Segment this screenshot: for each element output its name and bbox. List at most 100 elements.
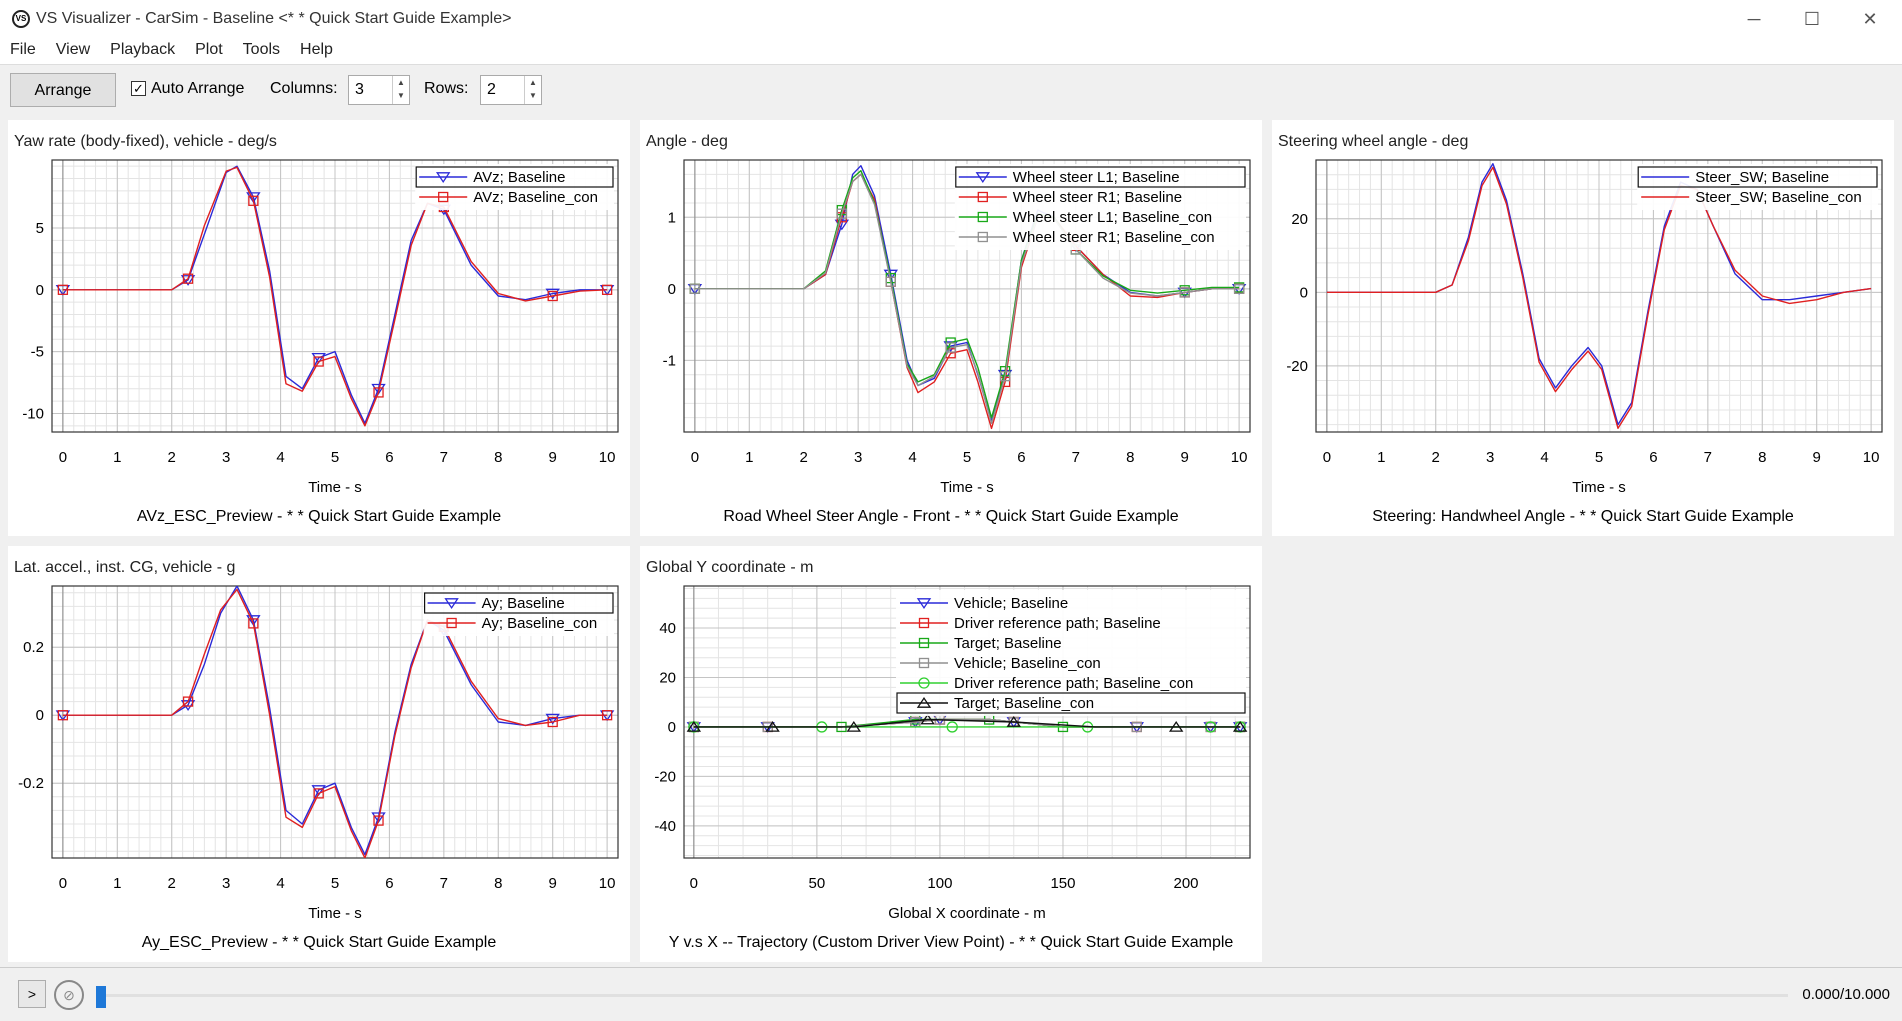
maximize-button[interactable]: ☐ xyxy=(1784,4,1840,34)
x-tick-label: 0 xyxy=(59,449,67,466)
plot-title: Steering wheel angle - deg xyxy=(1278,133,1468,150)
x-tick-label: 5 xyxy=(1595,449,1603,466)
plot-title: Yaw rate (body-fixed), vehicle - deg/s xyxy=(14,133,277,150)
legend-label: Wheel steer L1; Baseline xyxy=(1013,169,1180,186)
x-tick-label: 9 xyxy=(549,875,557,892)
legend-label: AVz; Baseline_con xyxy=(473,189,598,206)
y-tick-label: 0 xyxy=(668,281,676,298)
minimize-button[interactable]: ─ xyxy=(1726,4,1782,34)
y-tick-label: 20 xyxy=(1291,211,1308,228)
plot-caption: Steering: Handwheel Angle - * * Quick St… xyxy=(1372,508,1794,525)
menu-help[interactable]: Help xyxy=(290,38,343,59)
y-tick-label: -0.2 xyxy=(18,775,44,792)
x-tick-label: 100 xyxy=(927,875,952,892)
playback-slider-thumb[interactable] xyxy=(96,986,106,1008)
x-tick-label: 200 xyxy=(1174,875,1199,892)
record-stop-icon[interactable]: ⊘ xyxy=(54,980,84,1010)
x-tick-label: 7 xyxy=(1072,449,1080,466)
x-tick-label: 0 xyxy=(691,449,699,466)
x-tick-label: 6 xyxy=(385,449,393,466)
y-tick-label: -40 xyxy=(654,818,676,835)
plot-yaw-rate: Yaw rate (body-fixed), vehicle - deg/s 0 1… xyxy=(14,133,619,525)
x-tick-label: 10 xyxy=(599,875,616,892)
y-tick-label: -1 xyxy=(663,352,676,369)
x-tick-label: 10 xyxy=(1231,449,1248,466)
x-tick-label: 10 xyxy=(599,449,616,466)
columns-label: Columns: xyxy=(270,80,338,97)
rows-spin-arrows-icon[interactable]: ▲ ▼ xyxy=(524,76,541,104)
plot-title: Lat. accel., inst. CG, vehicle - g xyxy=(14,559,235,576)
legend-label: Wheel steer L1; Baseline_con xyxy=(1013,209,1212,226)
menu-file[interactable]: File xyxy=(0,38,46,59)
legend-label: Vehicle; Baseline xyxy=(954,595,1068,612)
rows-label: Rows: xyxy=(424,80,469,97)
time-readout: 0.000/10.000 xyxy=(1802,986,1890,1003)
playback-bar: > ⊘ 0.000/10.000 xyxy=(0,967,1902,1021)
y-tick-label: 0 xyxy=(36,282,44,299)
x-tick-label: 3 xyxy=(1486,449,1494,466)
x-tick-label: 6 xyxy=(1649,449,1657,466)
menu-tools[interactable]: Tools xyxy=(233,38,290,59)
plot-legend: Ay; Baseline Ay; Baseline_con xyxy=(423,590,614,636)
x-tick-label: 2 xyxy=(168,449,176,466)
plot-panel-trajectory[interactable]: Global Y coordinate - m 0 50 100 150 200 40 20 0… xyxy=(640,546,1262,962)
plot-legend: AVz; Baseline AVz; Baseline_con xyxy=(415,164,614,210)
x-tick-label: 0 xyxy=(690,875,698,892)
x-tick-label: 1 xyxy=(113,449,121,466)
y-tick-label: -10 xyxy=(22,405,44,422)
plot-legend: Wheel steer L1; Baseline Wheel steer R1; … xyxy=(954,164,1246,250)
plot-panel-steering-wheel[interactable]: Steering wheel angle - deg 0 1 2 3 4 5 6 7 8 9 10 20… xyxy=(1272,120,1894,536)
plot-lat-accel: Lat. accel., inst. CG, vehicle - g 0 1 2 3 4 5… xyxy=(14,559,619,951)
legend-label: Wheel steer R1; Baseline xyxy=(1013,189,1182,206)
x-tick-label: 2 xyxy=(168,875,176,892)
arrange-button[interactable]: Arrange xyxy=(10,73,116,107)
y-tick-label: 1 xyxy=(668,209,676,226)
x-tick-label: 2 xyxy=(800,449,808,466)
x-tick-label: 10 xyxy=(1863,449,1880,466)
auto-arrange-label: Auto Arrange xyxy=(151,80,245,97)
y-tick-label: -20 xyxy=(1286,358,1308,375)
x-tick-label: 9 xyxy=(1181,449,1189,466)
x-tick-label: 4 xyxy=(1540,449,1548,466)
playback-track[interactable] xyxy=(96,994,1788,997)
x-tick-label: 3 xyxy=(222,875,230,892)
plot-legend: Steer_SW; Baseline Steer_SW; Baseline_con xyxy=(1637,164,1878,210)
play-button[interactable]: > xyxy=(18,980,46,1008)
x-axis-label: Time - s xyxy=(308,905,362,922)
window-title: VS Visualizer - CarSim - Baseline <* * Q… xyxy=(36,10,512,27)
legend-label: Target; Baseline xyxy=(954,635,1062,652)
y-tick-label: -20 xyxy=(654,768,676,785)
x-tick-label: 2 xyxy=(1432,449,1440,466)
plot-panel-yaw-rate[interactable]: Yaw rate (body-fixed), vehicle - deg/s 0 1… xyxy=(8,120,630,536)
x-tick-label: 5 xyxy=(963,449,971,466)
menu-view[interactable]: View xyxy=(46,38,100,59)
x-tick-label: 9 xyxy=(1813,449,1821,466)
plot-panel-road-wheel-angle[interactable]: Angle - deg 0 1 2 3 4 5 6 7 8 9 10 1 0 -1 Time - s Road … xyxy=(640,120,1262,536)
menu-plot[interactable]: Plot xyxy=(185,38,233,59)
x-axis-label: Time - s xyxy=(308,479,362,496)
rows-spinner[interactable]: 2 ▲ ▼ xyxy=(480,75,542,105)
y-tick-label: 0 xyxy=(36,707,44,724)
x-axis-label: Time - s xyxy=(1572,479,1626,496)
x-axis-label: Global X coordinate - m xyxy=(888,905,1046,922)
x-tick-label: 5 xyxy=(331,875,339,892)
columns-spin-arrows-icon[interactable]: ▲ ▼ xyxy=(392,76,409,104)
y-tick-label: 0 xyxy=(1300,284,1308,301)
legend-label: Target; Baseline_con xyxy=(954,695,1094,712)
x-tick-label: 6 xyxy=(1017,449,1025,466)
x-tick-label: 8 xyxy=(494,875,502,892)
close-button[interactable]: ✕ xyxy=(1842,4,1898,34)
menu-bar: File View Playback Plot Tools Help xyxy=(0,38,1902,65)
menu-playback[interactable]: Playback xyxy=(100,38,185,59)
x-tick-label: 150 xyxy=(1050,875,1075,892)
x-axis-label: Time - s xyxy=(940,479,994,496)
x-tick-label: 7 xyxy=(440,875,448,892)
auto-arrange-checkbox[interactable]: ✓ xyxy=(131,81,146,96)
plot-panel-lat-accel[interactable]: Lat. accel., inst. CG, vehicle - g 0 1 2 3 4 5… xyxy=(8,546,630,962)
app-logo-icon: VS xyxy=(12,10,30,28)
legend-label: Vehicle; Baseline_con xyxy=(954,655,1101,672)
plot-title: Angle - deg xyxy=(646,133,728,150)
plot-trajectory: Global Y coordinate - m0 50 100 150 20040200… xyxy=(646,559,1251,951)
x-tick-label: 0 xyxy=(1323,449,1331,466)
columns-spinner[interactable]: 3 ▲ ▼ xyxy=(348,75,410,105)
